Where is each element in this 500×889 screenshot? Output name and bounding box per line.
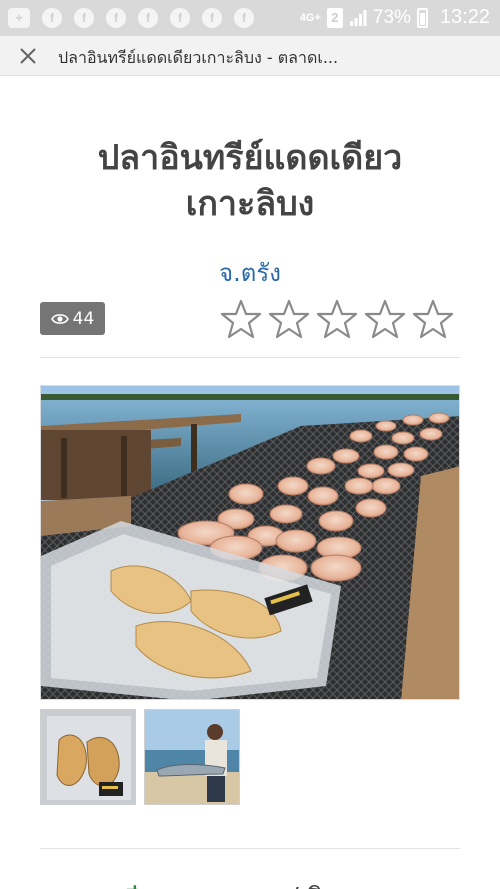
status-bar: + f f f f f f f 4G+ 2 73% 13:22 xyxy=(0,0,500,36)
facebook-notification-icon: f xyxy=(74,8,94,28)
eye-icon xyxy=(50,313,69,324)
signal-icon xyxy=(349,9,367,26)
product-photo xyxy=(41,386,459,699)
notification-icons: + f f f f f f f xyxy=(8,8,254,28)
views-count: 44 xyxy=(72,308,95,329)
views-badge: 44 xyxy=(40,302,105,335)
star-rating[interactable] xyxy=(220,298,454,340)
sim-icon: 2 xyxy=(326,7,343,28)
thumbnail-2[interactable] xyxy=(144,709,240,805)
browser-title-bar: ปลาอินทรีย์แดดเดียวเกาะลิบง - ตลาดเ... xyxy=(0,36,500,76)
network-type: 4G+ xyxy=(299,11,321,24)
product-title-line-2: เกาะลิบง xyxy=(185,184,315,224)
facebook-notification-icon: f xyxy=(202,8,222,28)
facebook-notification-icon: f xyxy=(106,8,126,28)
price-partial: ฿ ๑๒๓ xyxy=(125,875,216,889)
facebook-notification-icon: f xyxy=(170,8,190,28)
system-status: 4G+ 2 73% 13:22 xyxy=(300,6,490,29)
price-unit-partial: / กิ xyxy=(290,877,323,889)
product-title: ปลาอินทรีย์แดดเดียว เกาะลิบง xyxy=(30,135,470,227)
page-title: ปลาอินทรีย์แดดเดียวเกาะลิบง - ตลาดเ... xyxy=(58,48,339,67)
battery-icon xyxy=(416,7,428,28)
star-outline-icon[interactable] xyxy=(364,298,406,340)
product-main-image[interactable] xyxy=(40,385,460,700)
notification-add-icon: + xyxy=(8,8,30,28)
thumbnail-photo xyxy=(145,710,239,804)
star-outline-icon[interactable] xyxy=(316,298,358,340)
close-icon xyxy=(20,48,36,64)
battery-percentage: 73% xyxy=(372,6,411,28)
facebook-notification-icon: f xyxy=(234,8,254,28)
divider xyxy=(40,357,460,358)
thumbnail-photo xyxy=(41,710,135,804)
product-title-line-1: ปลาอินทรีย์แดดเดียว xyxy=(97,138,403,178)
star-outline-icon[interactable] xyxy=(220,298,262,340)
facebook-notification-icon: f xyxy=(42,8,62,28)
divider xyxy=(40,848,460,849)
clock: 13:22 xyxy=(439,6,490,28)
province-link[interactable]: จ.ตรัง xyxy=(0,253,500,292)
close-button[interactable] xyxy=(16,44,40,68)
facebook-notification-icon: f xyxy=(138,8,158,28)
star-outline-icon[interactable] xyxy=(268,298,310,340)
star-outline-icon[interactable] xyxy=(412,298,454,340)
thumbnail-1[interactable] xyxy=(40,709,136,805)
